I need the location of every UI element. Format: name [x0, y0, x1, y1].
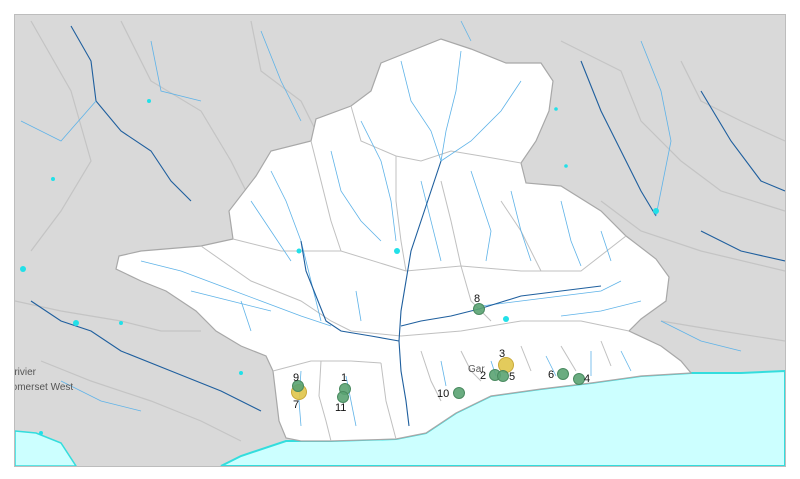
site-marker-4[interactable] [573, 373, 585, 385]
site-label-1: 1 [341, 372, 348, 384]
town-label-sterivier: sterivier [14, 367, 37, 378]
site-label-7: 7 [293, 399, 300, 411]
site-label-11: 11 [335, 402, 347, 414]
site-label-4: 4 [584, 373, 591, 385]
site-label-5: 5 [509, 371, 516, 383]
site-marker-8[interactable] [473, 303, 485, 315]
site-label-10: 10 [437, 388, 450, 400]
site-marker-10[interactable] [453, 387, 465, 399]
site-marker-5[interactable] [497, 370, 509, 382]
site-label-2: 2 [480, 370, 487, 382]
site-label-8: 8 [474, 293, 481, 305]
site-marker-11[interactable] [337, 391, 349, 403]
town-label-somerset-west: Somerset West [15, 382, 74, 393]
site-marker-6[interactable] [557, 368, 569, 380]
map-canvas[interactable] [15, 15, 785, 466]
site-label-3: 3 [499, 348, 506, 360]
site-label-9: 9 [293, 372, 300, 384]
site-label-6: 6 [548, 369, 555, 381]
map-frame[interactable]: sterivier Somerset West Gar 9 7 1 11 10 … [14, 14, 786, 467]
